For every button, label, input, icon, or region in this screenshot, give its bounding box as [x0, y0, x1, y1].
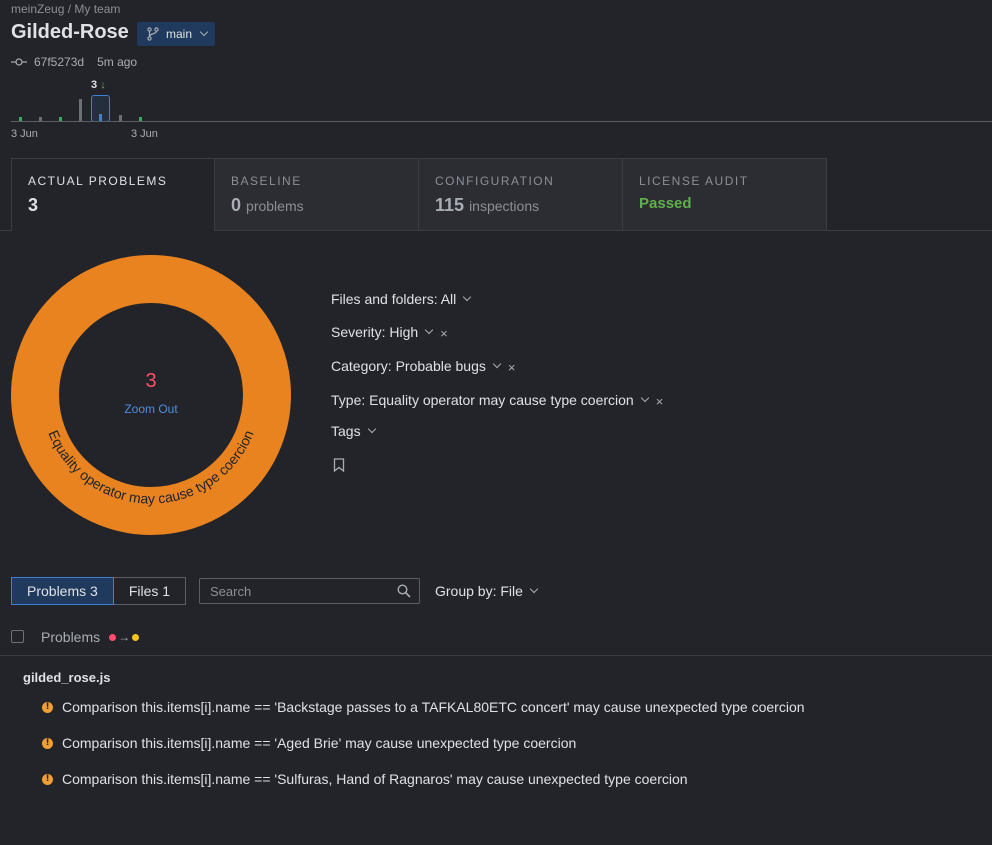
filter-tags[interactable]: Tags — [331, 423, 376, 439]
license-status: Passed — [639, 195, 692, 212]
view-toggle: Problems 3 Files 1 — [11, 577, 187, 605]
problem-row[interactable]: ! Comparison this.items[i].name == 'Sulf… — [42, 771, 688, 787]
chevron-down-icon — [424, 325, 434, 334]
warning-icon: ! — [42, 701, 53, 713]
problem-row[interactable]: ! Comparison this.items[i].name == 'Back… — [42, 699, 805, 715]
tab-divider-gap — [12, 230, 214, 231]
tab-actual-problems[interactable]: ACTUAL PROBLEMS 3 — [11, 158, 215, 231]
commit-time: 5m ago — [97, 55, 138, 69]
problems-header-label: Problems — [41, 629, 101, 645]
summary-tabs: ACTUAL PROBLEMS 3 BASELINE 0 problems CO… — [11, 158, 827, 231]
commit-hash[interactable]: 67f5273d — [34, 55, 84, 69]
timeline-bar[interactable] — [99, 114, 102, 121]
group-by-label: Group by: File — [435, 583, 523, 599]
severity-high-dot — [109, 633, 117, 641]
donut-center-count: 3 — [145, 370, 157, 392]
project-title: Gilded-Rose — [11, 21, 129, 43]
tab-baseline[interactable]: BASELINE 0 problems — [215, 158, 419, 231]
filter-label: Files and folders: All — [331, 291, 457, 307]
commit-icon — [11, 58, 27, 66]
filter-files-and-folders[interactable]: Files and folders: All — [331, 291, 472, 307]
tab-license-audit[interactable]: LICENSE AUDIT Passed — [623, 158, 827, 231]
timeline-bar[interactable] — [79, 99, 82, 121]
commit-info: 67f5273d 5m ago — [11, 55, 137, 69]
filter-type[interactable]: Type: Equality operator may cause type c… — [331, 390, 664, 410]
chevron-down-icon — [367, 424, 376, 434]
filter-label: Severity: High — [331, 323, 419, 340]
breadcrumb[interactable]: meinZeug / My team — [11, 2, 120, 16]
tab-files[interactable]: Files 1 — [113, 577, 187, 605]
group-by-dropdown[interactable]: Group by: File — [435, 583, 539, 599]
problem-description: Comparison this.items[i].name == 'Sulfur… — [62, 771, 688, 787]
warning-icon: ! — [42, 737, 53, 749]
close-icon[interactable]: × — [656, 394, 664, 409]
timeline-date-start: 3 Jun — [11, 128, 38, 140]
problems-donut-chart[interactable]: Equality operator may cause type coercio… — [11, 255, 291, 535]
zoom-out-link[interactable]: Zoom Out — [11, 402, 291, 416]
close-icon[interactable]: × — [508, 360, 516, 375]
filter-category[interactable]: Category: Probable bugs × — [331, 356, 516, 376]
tab-label: BASELINE — [231, 174, 302, 188]
filter-label: Type: Equality operator may cause type c… — [331, 391, 634, 408]
commit-timeline: 3 ↓ 3 Jun 3 Jun — [0, 78, 992, 142]
timeline-axis — [11, 121, 992, 122]
bookmark-icon[interactable] — [333, 458, 345, 472]
select-all-checkbox[interactable] — [11, 630, 24, 643]
arrow-down-icon: ↓ — [100, 79, 106, 91]
arrow-right-icon: → — [118, 630, 131, 644]
search-icon[interactable] — [397, 584, 411, 598]
donut-segment[interactable] — [11, 255, 291, 535]
search-input[interactable] — [200, 579, 390, 603]
warning-icon: ! — [42, 773, 53, 785]
timeline-selected-count: 3 ↓ — [91, 79, 106, 91]
tab-value: 115 inspections — [435, 195, 540, 215]
chevron-down-icon — [529, 584, 539, 594]
tab-configuration[interactable]: CONFIGURATION 115 inspections — [419, 158, 623, 231]
branch-selector-button[interactable]: main — [137, 22, 215, 46]
filter-label: Category: Probable bugs — [331, 357, 486, 374]
tab-label: ACTUAL PROBLEMS — [28, 174, 168, 188]
close-icon[interactable]: × — [440, 326, 448, 341]
problem-description: Comparison this.items[i].name == 'Aged B… — [62, 735, 577, 751]
tab-label: LICENSE AUDIT — [639, 174, 749, 188]
severity-moderate-dot — [132, 633, 140, 641]
tab-problems[interactable]: Problems 3 — [11, 577, 114, 605]
tab-label: CONFIGURATION — [435, 174, 555, 188]
search-box — [199, 578, 420, 604]
problems-column-header[interactable]: Problems → — [41, 629, 140, 645]
chevron-down-icon — [492, 359, 502, 368]
chevron-down-icon — [199, 27, 209, 37]
tab-value: 0 problems — [231, 195, 304, 215]
problem-description: Comparison this.items[i].name == 'Backst… — [62, 699, 805, 715]
chevron-down-icon — [640, 393, 649, 402]
list-divider — [0, 655, 992, 656]
tab-value: 3 — [28, 195, 39, 215]
problem-row[interactable]: ! Comparison this.items[i].name == 'Aged… — [42, 735, 576, 751]
branch-icon — [147, 27, 159, 41]
timeline-date-end: 3 Jun — [131, 128, 158, 140]
branch-name: main — [166, 27, 193, 41]
filter-severity[interactable]: Severity: High × — [331, 322, 448, 342]
filter-label: Tags — [331, 423, 361, 439]
file-group-name[interactable]: gilded_rose.js — [23, 670, 110, 685]
chevron-down-icon — [463, 292, 472, 302]
